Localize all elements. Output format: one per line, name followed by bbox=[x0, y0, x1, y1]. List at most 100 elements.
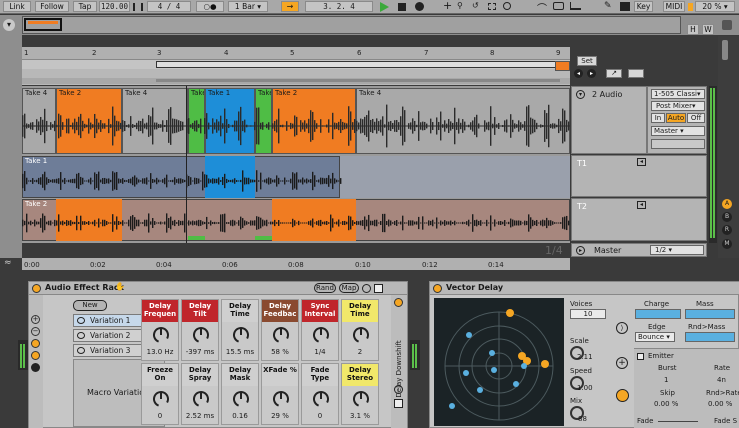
voices-field[interactable]: 10 bbox=[570, 309, 606, 319]
macro-5[interactable]: Sync Interval 1/4 bbox=[301, 299, 339, 361]
prev-locator-icon[interactable]: ◂ bbox=[574, 69, 583, 78]
minus-icon[interactable]: − bbox=[31, 327, 40, 336]
play-icon[interactable] bbox=[380, 2, 389, 12]
skip-value[interactable]: 0.00 % bbox=[654, 400, 678, 408]
camera-icon[interactable] bbox=[77, 347, 85, 354]
track-name[interactable]: 2 Audio bbox=[592, 90, 622, 99]
macro-2[interactable]: Delay Tilt -397 ms bbox=[181, 299, 219, 361]
device-save-icon[interactable] bbox=[394, 399, 403, 408]
stop-icon[interactable] bbox=[398, 3, 406, 11]
macro-8[interactable]: Delay Spray 2.52 ms bbox=[181, 363, 219, 425]
loop-icon[interactable] bbox=[553, 2, 564, 10]
macro-knob[interactable] bbox=[231, 325, 251, 345]
reenable-automation-icon[interactable]: ↺ bbox=[472, 1, 479, 10]
macro-4[interactable]: Delay Feedbac 58 % bbox=[261, 299, 299, 361]
arrangement-overview[interactable] bbox=[22, 16, 681, 34]
fade-line[interactable] bbox=[658, 421, 698, 422]
set-button[interactable]: Set bbox=[577, 56, 597, 66]
settings-icon[interactable] bbox=[362, 284, 371, 293]
emitter-checkbox[interactable] bbox=[637, 353, 644, 360]
lock-icon[interactable] bbox=[628, 69, 644, 78]
macro-12[interactable]: Delay Stereo 3.1 % bbox=[341, 363, 379, 425]
mass-slider[interactable] bbox=[685, 309, 735, 319]
punch-brace[interactable] bbox=[22, 78, 570, 84]
overview-bar[interactable]: ▾ H W bbox=[0, 15, 739, 35]
rnd-mass-slider[interactable] bbox=[685, 332, 735, 342]
macro-6[interactable]: Delay Time 2 bbox=[341, 299, 379, 361]
speaker-icon[interactable]: ◂ bbox=[637, 201, 646, 209]
macro-7[interactable]: Freeze On 0 bbox=[141, 363, 179, 425]
b-send-icon[interactable]: B bbox=[722, 212, 732, 222]
resize-icon[interactable]: ↗ bbox=[606, 69, 622, 78]
next-locator-icon[interactable]: ▸ bbox=[587, 69, 596, 78]
time-ruler[interactable]: 0:00 0:02 0:04 0:06 0:08 0:10 0:12 0:14 bbox=[22, 258, 570, 270]
beat-ruler[interactable]: 1 2 3 4 5 6 7 8 9 bbox=[22, 47, 570, 59]
chain-power-icon[interactable] bbox=[394, 298, 403, 307]
macro-3[interactable]: Delay Time 15.5 ms bbox=[221, 299, 259, 361]
scrollbar-thumb[interactable] bbox=[722, 40, 728, 60]
draw-mode-icon[interactable]: ✎ bbox=[604, 1, 612, 11]
macro-knob[interactable] bbox=[311, 389, 331, 409]
zoom-icon[interactable]: ≈ bbox=[4, 258, 16, 268]
m-send-icon[interactable]: M bbox=[722, 239, 732, 249]
capture-icon[interactable] bbox=[488, 3, 496, 10]
master-output-dropdown[interactable]: 1/2 ▾ bbox=[650, 245, 704, 255]
macro-icon[interactable] bbox=[31, 351, 40, 360]
retrigger-icon[interactable]: ⟩ bbox=[616, 322, 628, 334]
rnd-rate-value[interactable]: 0.00 % bbox=[708, 400, 732, 408]
key-map-button[interactable]: Key bbox=[634, 1, 653, 12]
macro-11[interactable]: Fade Type 0 bbox=[301, 363, 339, 425]
collapse-arrow-icon[interactable]: ▾ bbox=[3, 19, 15, 31]
add-emitter-icon[interactable]: + bbox=[616, 357, 628, 369]
particle-display[interactable] bbox=[434, 298, 564, 426]
device-settings-icon[interactable] bbox=[394, 385, 403, 394]
chain-list-icon[interactable] bbox=[31, 363, 40, 372]
curve-icon[interactable]: ⌒ bbox=[537, 0, 547, 15]
quantize-dropdown[interactable]: 1 Bar ▾ bbox=[228, 1, 268, 12]
macro-knob[interactable] bbox=[351, 325, 371, 345]
macro-9[interactable]: Delay Mask 0.16 bbox=[221, 363, 259, 425]
save-icon[interactable] bbox=[374, 284, 383, 293]
tap-button[interactable]: Tap bbox=[73, 1, 97, 12]
macro-10[interactable]: XFade % 29 % bbox=[261, 363, 299, 425]
macro-knob[interactable] bbox=[191, 389, 211, 409]
chain-icon[interactable] bbox=[31, 339, 40, 348]
loop-region[interactable] bbox=[156, 61, 560, 68]
follow-arrow-button[interactable]: → bbox=[281, 1, 299, 12]
song-position-field[interactable]: 3. 2. 4 bbox=[305, 1, 373, 12]
tempo-field[interactable]: 120.00 bbox=[99, 1, 130, 12]
a-send-icon[interactable]: A bbox=[722, 199, 732, 209]
randomize-icon[interactable] bbox=[616, 389, 629, 402]
macro-knob[interactable] bbox=[311, 325, 331, 345]
monitor-auto-button[interactable]: Auto bbox=[666, 113, 686, 123]
macro-knob[interactable] bbox=[231, 389, 251, 409]
overview-scroll-icon[interactable] bbox=[722, 20, 732, 30]
computer-keyboard-icon[interactable] bbox=[620, 2, 630, 11]
metro-bars-icon[interactable] bbox=[133, 3, 143, 11]
rate-value[interactable]: 4n bbox=[717, 376, 726, 384]
punch-in-icon[interactable] bbox=[570, 2, 581, 10]
track-header-t2[interactable]: T2 ◂ bbox=[571, 198, 707, 241]
link-button[interactable]: Link bbox=[3, 1, 31, 12]
monitor-in-button[interactable]: In bbox=[651, 113, 665, 123]
map-button[interactable]: Map bbox=[339, 283, 359, 293]
macro-knob[interactable] bbox=[271, 389, 291, 409]
track-header-audio[interactable]: ▾ 2 Audio bbox=[571, 86, 647, 154]
macro-1[interactable]: Delay Frequen 13.0 Hz bbox=[141, 299, 179, 361]
overdub-plus-icon[interactable]: + bbox=[443, 0, 452, 12]
arrangement-area[interactable]: Take 4 Take 2 Take 4 Take 3 Take 1 Take … bbox=[22, 86, 570, 243]
i-send-icon[interactable]: R bbox=[722, 225, 732, 235]
macro-knob[interactable] bbox=[351, 389, 371, 409]
loop-brace[interactable] bbox=[22, 59, 570, 69]
macro-knob[interactable] bbox=[151, 325, 171, 345]
macro-knob[interactable] bbox=[271, 325, 291, 345]
macro-knob[interactable] bbox=[191, 325, 211, 345]
fold-icon[interactable]: ▾ bbox=[576, 90, 585, 99]
plus-icon[interactable]: + bbox=[31, 315, 40, 324]
new-variation-button[interactable]: New bbox=[73, 300, 107, 311]
fold-icon[interactable]: ▸ bbox=[576, 246, 585, 255]
speaker-icon[interactable]: ◂ bbox=[637, 158, 646, 166]
rand-button[interactable]: Rand bbox=[314, 283, 336, 293]
midi-map-button[interactable]: MIDI bbox=[663, 1, 685, 12]
show-hide-w-button[interactable]: W bbox=[702, 24, 714, 35]
